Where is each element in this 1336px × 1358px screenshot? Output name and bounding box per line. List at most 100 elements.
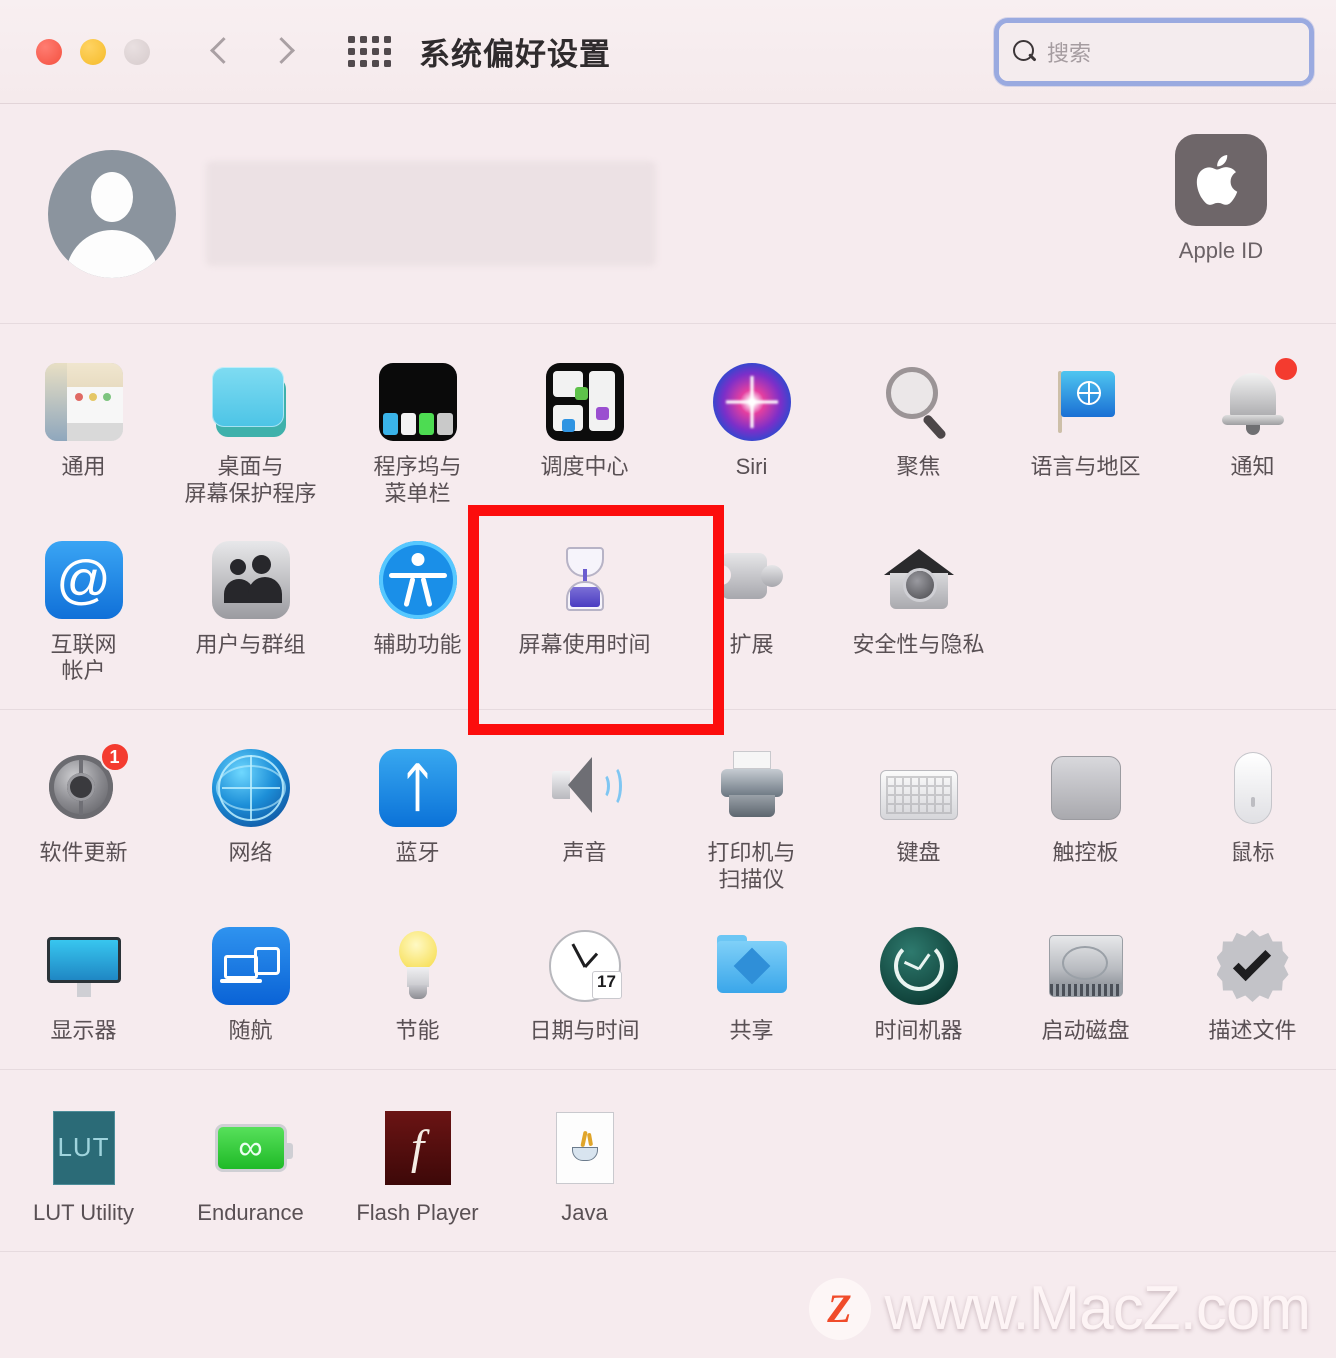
pref-internet-accounts[interactable]: @ 互联网 帐户	[0, 528, 167, 700]
notification-badge-dot	[1272, 356, 1299, 382]
show-all-grid-icon[interactable]	[348, 36, 391, 67]
pref-label: 用户与群组	[195, 631, 306, 657]
pref-sidecar[interactable]: 随航	[167, 914, 334, 1059]
pref-general[interactable]: 通用	[0, 350, 167, 522]
navigation-buttons	[206, 37, 298, 67]
desktop-screensaver-icon	[207, 358, 295, 446]
keyboard-icon	[875, 744, 963, 832]
watermark-text: www.MacZ.com	[884, 1274, 1311, 1343]
accessibility-icon	[374, 536, 462, 624]
zoom-button-disabled	[124, 38, 150, 65]
software-update-icon: 1	[40, 742, 130, 832]
pref-label: 通知	[1230, 454, 1275, 479]
time-machine-icon	[875, 922, 963, 1010]
pref-label: 软件更新	[39, 840, 128, 866]
pref-label: 蓝牙	[395, 840, 440, 866]
pref-label: 显示器	[50, 1017, 117, 1043]
pref-label: 鼠标	[1230, 840, 1275, 866]
infinity-glyph: ∞	[238, 1128, 263, 1167]
search-input[interactable]: 搜索	[999, 23, 1309, 81]
flash-glyph: f	[384, 1110, 451, 1185]
pref-label: 扩展	[729, 631, 774, 657]
pref-siri[interactable]: Siri	[668, 350, 835, 522]
avatar[interactable]	[48, 149, 176, 278]
pref-mission-control[interactable]: 调度中心	[501, 350, 668, 522]
pref-label: LUT Utility	[32, 1199, 135, 1225]
pref-lut-utility[interactable]: LUT LUT Utility	[0, 1096, 167, 1241]
grid-dot	[372, 36, 379, 43]
trackpad-icon	[1042, 744, 1130, 832]
pref-mouse[interactable]: 鼠标	[1169, 736, 1336, 908]
traffic-lights	[36, 38, 150, 65]
pref-label: 声音	[562, 840, 607, 866]
language-region-icon	[1042, 358, 1130, 446]
pref-network[interactable]: 网络	[167, 736, 334, 908]
grid-dot	[348, 36, 355, 43]
pref-label: 程序坞与 菜单栏	[373, 454, 462, 506]
pref-label: 聚焦	[896, 454, 941, 479]
pref-screen-time[interactable]: 屏幕使用时间	[501, 528, 668, 700]
preferences-section-personal: 通用 桌面与 屏幕保护程序 程序坞与 菜单栏 调度中心 Siri 聚焦 语言与地…	[0, 324, 1336, 711]
pref-displays[interactable]: 显示器	[0, 914, 167, 1059]
bluetooth-icon: ᛏ	[374, 744, 462, 832]
pref-flash-player[interactable]: f Flash Player	[334, 1096, 501, 1241]
watermark: Z www.MacZ.com	[808, 1273, 1311, 1344]
pref-security-privacy[interactable]: 安全性与隐私	[835, 528, 1002, 700]
pref-endurance[interactable]: ∞ Endurance	[167, 1096, 334, 1241]
minimize-button[interactable]	[80, 38, 106, 65]
apple-logo-icon	[1175, 134, 1267, 226]
pref-language-region[interactable]: 语言与地区	[1002, 350, 1169, 522]
account-name-redacted	[206, 161, 656, 266]
pref-profiles[interactable]: 描述文件	[1169, 914, 1336, 1059]
pref-sound[interactable]: 声音	[501, 736, 668, 908]
pref-time-machine[interactable]: 时间机器	[835, 914, 1002, 1059]
search-icon	[1013, 40, 1037, 64]
pref-label: 语言与地区	[1030, 454, 1141, 479]
pref-dock-menubar[interactable]: 程序坞与 菜单栏	[334, 350, 501, 522]
pref-label: 打印机与 扫描仪	[707, 840, 796, 893]
sidecar-icon	[207, 922, 295, 1010]
pref-sharing[interactable]: 共享	[668, 914, 835, 1059]
calendar-day: 17	[597, 971, 616, 991]
pref-keyboard[interactable]: 键盘	[835, 736, 1002, 908]
forward-chevron-icon[interactable]	[268, 37, 298, 67]
mission-control-icon	[541, 358, 629, 446]
security-privacy-icon	[875, 536, 963, 624]
pref-label: Java	[561, 1199, 608, 1225]
startup-disk-icon	[1042, 922, 1130, 1010]
profiles-icon	[1209, 922, 1297, 1010]
pref-energy-saver[interactable]: 节能	[334, 914, 501, 1059]
search-field-wrapper[interactable]: 搜索	[994, 18, 1314, 86]
spotlight-icon	[875, 358, 963, 446]
energy-saver-bulb-icon	[374, 922, 462, 1010]
pref-bluetooth[interactable]: ᛏ 蓝牙	[334, 736, 501, 908]
pref-label: Flash Player	[356, 1199, 479, 1225]
avatar-body	[66, 229, 158, 278]
pref-date-time[interactable]: 17 日期与时间	[501, 914, 668, 1059]
grid-dot	[384, 36, 391, 43]
pref-notifications[interactable]: 通知	[1169, 350, 1336, 522]
apple-id-tile[interactable]: Apple ID	[1136, 134, 1306, 264]
pref-startup-disk[interactable]: 启动磁盘	[1002, 914, 1169, 1059]
pref-printers-scanners[interactable]: 打印机与 扫描仪	[668, 736, 835, 908]
pref-trackpad[interactable]: 触控板	[1002, 736, 1169, 908]
grid-dot	[360, 36, 367, 43]
displays-icon	[40, 922, 128, 1010]
pref-extensions[interactable]: 扩展	[668, 528, 835, 700]
pref-spotlight[interactable]: 聚焦	[835, 350, 1002, 522]
pref-accessibility[interactable]: 辅助功能	[334, 528, 501, 700]
date-time-clock-icon: 17	[541, 922, 629, 1010]
preferences-section-third-party: LUT LUT Utility ∞ Endurance f Flash Play…	[0, 1070, 1336, 1252]
system-preferences-window: 系统偏好设置 搜索 Apple ID 通用 桌面与 屏幕保护程序 程序坞与 菜单…	[0, 0, 1336, 1358]
close-button[interactable]	[36, 38, 62, 65]
pref-desktop-screensaver[interactable]: 桌面与 屏幕保护程序	[167, 350, 334, 522]
pref-users-groups[interactable]: 用户与群组	[167, 528, 334, 700]
pref-software-update[interactable]: 1 软件更新	[0, 736, 167, 908]
pref-label: 安全性与隐私	[852, 631, 985, 657]
network-globe-icon	[207, 744, 295, 832]
grid-dot	[384, 60, 391, 67]
back-chevron-icon[interactable]	[206, 37, 236, 67]
pref-label: 共享	[729, 1017, 774, 1043]
pref-label: 描述文件	[1208, 1017, 1297, 1043]
pref-java[interactable]: Java	[501, 1096, 668, 1241]
